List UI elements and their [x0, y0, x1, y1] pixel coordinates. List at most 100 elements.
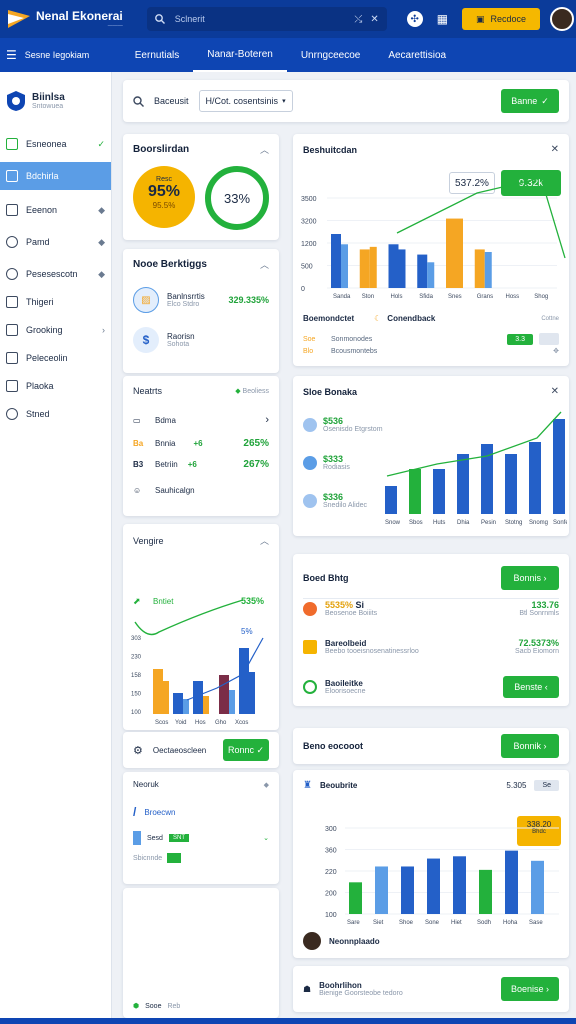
- settings-button[interactable]: Ronnc ✓: [223, 739, 269, 761]
- menu-icon[interactable]: ☰: [6, 48, 17, 62]
- settings-card: ⚙ Oectaeoscleen Ronnc ✓: [123, 732, 279, 768]
- metrics-badge: ◆ Beoliess: [235, 388, 269, 395]
- apps-grid-icon[interactable]: ▦: [437, 12, 448, 26]
- x-tick-label: Shoe: [399, 920, 414, 926]
- bar: [427, 262, 435, 288]
- bar: [453, 856, 466, 914]
- board-row-button[interactable]: Benste ‹: [503, 676, 559, 698]
- sidebar-item-7[interactable]: Peleceolin: [0, 344, 111, 372]
- menu-label[interactable]: Sesne Iegokiam: [25, 50, 121, 60]
- bar: [479, 869, 492, 914]
- x-tick-label: Scos: [155, 720, 168, 726]
- bar: [474, 249, 485, 288]
- folder-icon: [303, 639, 317, 654]
- help-icon[interactable]: ✣: [406, 11, 423, 27]
- list-item[interactable]: Sbicnnde: [123, 845, 279, 863]
- sidebar-item-1[interactable]: Bdchirla: [0, 162, 111, 190]
- coin-icon: [303, 455, 317, 470]
- list-item[interactable]: $333 Rodiasis: [303, 454, 350, 471]
- list-item[interactable]: Bareolbeid Beebo tooeisnosenatinessrloo 7…: [303, 638, 559, 655]
- tab-overview[interactable]: Eernutials: [121, 38, 193, 72]
- table-row[interactable]: Ba Bnnia +6 265%: [123, 426, 279, 449]
- legend-green-badge[interactable]: 3.3: [507, 333, 533, 345]
- footer-button[interactable]: Boenise ›: [501, 977, 559, 1001]
- legend-icon: Soe: [303, 335, 316, 343]
- shield-icon: [7, 91, 25, 111]
- list-item[interactable]: 5535% Si Beosenoe Boiiits 133.76 Btl Sonrn…: [303, 600, 559, 617]
- coin-icon: [303, 417, 317, 432]
- file-icon: [6, 352, 18, 364]
- shuffle-icon[interactable]: ⤯: [354, 14, 362, 25]
- bar: [553, 419, 565, 514]
- diamond-icon: ◆: [98, 236, 105, 247]
- news-card: Nooe Berktiggs ︿ ▨ Banlnsrrtis Elco Stdr…: [123, 249, 279, 373]
- tab-fourth[interactable]: Aecarettisioa: [374, 38, 460, 72]
- report-chart-value: 5.305: [506, 781, 527, 790]
- bar: [457, 454, 469, 514]
- sidebar-item-6[interactable]: Grooking ›: [0, 316, 111, 344]
- list-item[interactable]: Sesd SNT ⌄: [123, 819, 279, 845]
- sidebar-item-2[interactable]: Eeenon ◆: [0, 196, 111, 224]
- chevron-up-icon[interactable]: ︿: [260, 534, 269, 547]
- report-chart-badge[interactable]: Se: [534, 780, 559, 791]
- x-tick-label: Hiet: [451, 920, 462, 926]
- sidebar-item-4[interactable]: Pesesescotn ◆: [0, 260, 111, 288]
- reports-button[interactable]: Bonnik ›: [501, 734, 559, 758]
- filter-search-label[interactable]: Baceusit: [154, 96, 189, 106]
- list-item[interactable]: ▨ Banlnsrrtis Elco Stdro 329.335%: [123, 271, 279, 313]
- table-row[interactable]: B3 Betriin +6 267%: [123, 449, 279, 470]
- toggle-icon[interactable]: [539, 333, 559, 345]
- report-chart-card: ♜ Beoubrite 5.305 Se 338.20 Bhdc 300 360 22…: [293, 770, 569, 958]
- trend-label: Bntiet: [153, 597, 174, 606]
- news-item-sub: Elco Stdro: [167, 301, 200, 308]
- avatar[interactable]: [303, 932, 321, 950]
- x-tick-label: Gho: [215, 720, 227, 726]
- chart-icon: ▨: [133, 287, 159, 313]
- filter-select[interactable]: H/Cot. cosentsinis ▾: [198, 90, 293, 112]
- bar: [409, 469, 421, 514]
- chevron-up-icon[interactable]: ︿: [260, 143, 269, 156]
- list-icon: [6, 138, 18, 150]
- smile-icon: ☺: [133, 486, 142, 495]
- sidebar-item-8[interactable]: Plaoka: [0, 372, 111, 400]
- table-row[interactable]: ▭ Bdma ›: [123, 396, 279, 426]
- settings-label: Oectaeoscleen: [152, 745, 207, 755]
- sidebar-item-9[interactable]: Stned: [0, 400, 111, 428]
- green-circle-icon: [303, 680, 317, 694]
- legend-item: Bcousmontebs: [331, 347, 378, 355]
- chevron-up-icon[interactable]: ︿: [260, 258, 269, 271]
- footer-sub: Bienige Goorsteobe tedoro: [319, 990, 403, 997]
- close-icon[interactable]: ✕: [551, 386, 559, 397]
- bar: [456, 218, 463, 288]
- logo-icon: [8, 10, 30, 28]
- kpi-left-sub: 95.5%: [152, 201, 176, 210]
- list-item[interactable]: $336 Snedilo Alidec: [303, 492, 367, 509]
- feature-chart: 3500 3200 1200 500 0 Sanda Ston Hols Sfida Snes Gr…: [301, 178, 566, 300]
- board-button[interactable]: Bonnis ›: [501, 566, 559, 590]
- avatar[interactable]: [550, 7, 575, 31]
- close-icon[interactable]: ✕: [551, 144, 559, 155]
- bar: [153, 669, 163, 714]
- sidebar-item-5[interactable]: Thigeri: [0, 288, 111, 316]
- header-action-button[interactable]: ▣ Recdoce: [462, 8, 541, 30]
- table-row[interactable]: ☺ Sauhicalgn: [123, 470, 279, 495]
- sidebar-item-0[interactable]: Esneonea ✓: [0, 130, 111, 158]
- tab-third[interactable]: Unrngceecoe: [287, 38, 374, 72]
- filter-apply-button[interactable]: Banne ✓: [501, 89, 559, 113]
- chevron-down-icon: ✓: [97, 138, 105, 149]
- sidebar: Biinlsa Sntowuea Esneonea ✓ Bdchirla Eeen…: [0, 72, 112, 1018]
- expand-icon[interactable]: ✥: [553, 347, 559, 355]
- x-tick-label: Yoid: [175, 720, 186, 726]
- sidebar-item-3[interactable]: Pamd ◆: [0, 228, 111, 256]
- list-item[interactable]: Baoileitke Eloorisoecne Benste ‹: [303, 676, 559, 698]
- tab-active[interactable]: Nanar-Boteren: [193, 38, 287, 72]
- list-item[interactable]: $536 Osenisdo Etgrstom: [303, 416, 383, 433]
- search-icon: [6, 268, 18, 280]
- bar: [203, 696, 209, 714]
- close-icon[interactable]: ✕: [370, 14, 378, 25]
- list-item[interactable]: $ Raorisn Sohota: [123, 313, 279, 353]
- search-box[interactable]: Sclnerit ⤯ ✕: [146, 7, 387, 31]
- y-tick-label: 0: [301, 286, 305, 293]
- diamond-icon: ◆: [263, 781, 269, 789]
- trend-card: Vengire ︿ ⬈ Bntiet 535% 5% 303 230 158 150 1…: [123, 524, 279, 730]
